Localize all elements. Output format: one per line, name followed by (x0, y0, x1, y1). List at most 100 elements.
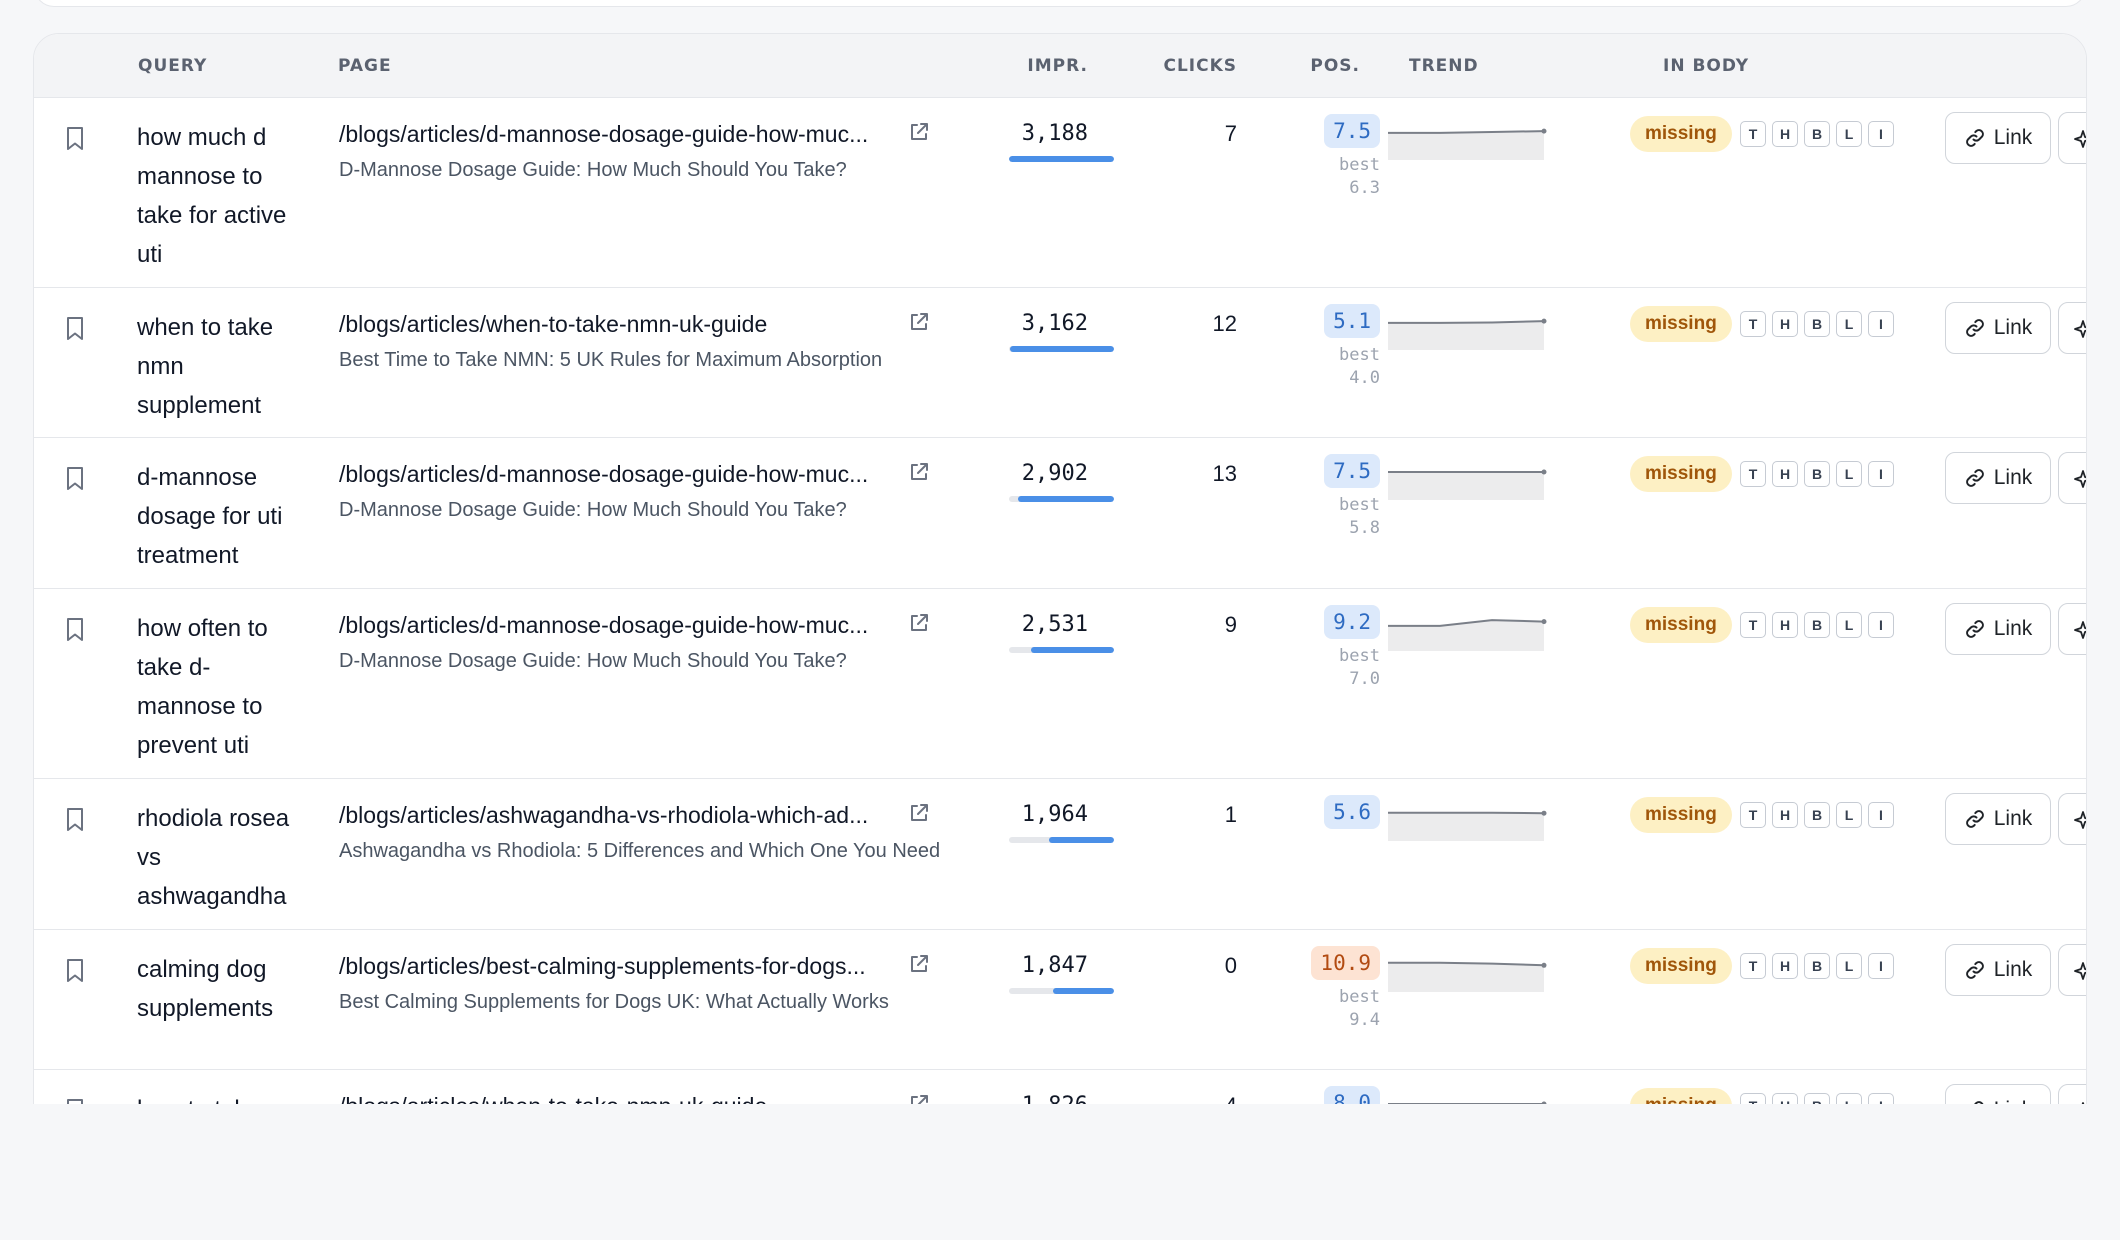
bookmark-icon[interactable] (64, 958, 86, 984)
position-badge: 5.1 (1324, 304, 1380, 338)
sparkle-button[interactable] (2058, 112, 2086, 164)
query-text: calming dog supplements (137, 956, 274, 1022)
bookmark-icon[interactable] (64, 126, 86, 152)
impressions-value: 3,162 (1021, 311, 1088, 336)
header-clicks[interactable]: CLICKS (1134, 34, 1237, 98)
flag-i[interactable]: I (1868, 612, 1894, 638)
sparkle-icon (2074, 320, 2086, 338)
table-row[interactable]: how often to take d-mannose to prevent u… (34, 589, 2086, 779)
flag-t[interactable]: T (1740, 311, 1766, 337)
page-url-link[interactable]: /blogs/articles/d-mannose-dosage-guide-h… (339, 609, 868, 641)
page-url-link[interactable]: /blogs/articles/best-calming-supplements… (339, 950, 866, 982)
position-badge: 5.6 (1324, 795, 1380, 829)
sparkle-button[interactable] (2058, 944, 2086, 996)
page-url-link[interactable]: /blogs/articles/when-to-take-nmn-uk-guid… (339, 1090, 767, 1104)
bookmark-icon[interactable] (64, 617, 86, 643)
flag-t[interactable]: T (1740, 612, 1766, 638)
external-link-icon[interactable] (908, 1093, 930, 1104)
page-url-link[interactable]: /blogs/articles/d-mannose-dosage-guide-h… (339, 458, 868, 490)
flag-i[interactable]: I (1868, 802, 1894, 828)
table-row[interactable]: how much d mannose to take for active ut… (34, 98, 2086, 288)
page-url-link[interactable]: /blogs/articles/when-to-take-nmn-uk-guid… (339, 308, 767, 340)
flag-l[interactable]: L (1836, 953, 1862, 979)
flag-b[interactable]: B (1804, 311, 1830, 337)
flag-t[interactable]: T (1740, 121, 1766, 147)
clicks-value: 12 (1212, 311, 1237, 336)
flag-i[interactable]: I (1868, 1093, 1894, 1104)
header-page[interactable]: PAGE (338, 34, 392, 98)
flag-t[interactable]: T (1740, 461, 1766, 487)
flag-b[interactable]: B (1804, 953, 1830, 979)
link-button[interactable]: Link (1945, 603, 2051, 655)
sparkle-button[interactable] (2058, 452, 2086, 504)
flag-b[interactable]: B (1804, 1093, 1830, 1104)
bookmark-icon[interactable] (64, 807, 86, 833)
trend-sparkline (1388, 128, 1547, 160)
bookmark-icon[interactable] (64, 1098, 86, 1104)
flag-i[interactable]: I (1868, 121, 1894, 147)
flag-i[interactable]: I (1868, 311, 1894, 337)
best-label: best (1339, 155, 1380, 175)
external-link-icon[interactable] (908, 121, 930, 143)
external-link-icon[interactable] (908, 612, 930, 634)
query-text: how to take nmn (137, 1090, 307, 1104)
flag-h[interactable]: H (1772, 311, 1798, 337)
page-url-link[interactable]: /blogs/articles/ashwagandha-vs-rhodiola-… (339, 799, 868, 831)
link-button[interactable]: Link (1945, 1084, 2051, 1104)
table-row[interactable]: when to take nmn supplement /blogs/artic… (34, 288, 2086, 438)
bookmark-icon[interactable] (64, 466, 86, 492)
link-button[interactable]: Link (1945, 112, 2051, 164)
sparkle-button[interactable] (2058, 302, 2086, 354)
link-button[interactable]: Link (1945, 793, 2051, 845)
flag-l[interactable]: L (1836, 311, 1862, 337)
position-badge: 9.2 (1324, 605, 1380, 639)
flag-t[interactable]: T (1740, 953, 1766, 979)
header-impressions[interactable]: IMPR. (974, 34, 1088, 98)
external-link-icon[interactable] (908, 802, 930, 824)
link-button[interactable]: Link (1945, 944, 2051, 996)
in-body-flags: THBLI (1740, 121, 1894, 147)
sparkle-button[interactable] (2058, 793, 2086, 845)
flag-h[interactable]: H (1772, 1093, 1798, 1104)
header-position[interactable]: POS. (1264, 34, 1360, 98)
flag-l[interactable]: L (1836, 461, 1862, 487)
sparkle-button[interactable] (2058, 603, 2086, 655)
flag-b[interactable]: B (1804, 802, 1830, 828)
impressions-bar (1009, 988, 1114, 994)
link-button[interactable]: Link (1945, 452, 2051, 504)
flag-i[interactable]: I (1868, 953, 1894, 979)
page-title: Ashwagandha vs Rhodiola: 5 Differences a… (339, 840, 941, 862)
flag-h[interactable]: H (1772, 802, 1798, 828)
flag-h[interactable]: H (1772, 953, 1798, 979)
best-label: best (1339, 345, 1380, 365)
flag-h[interactable]: H (1772, 461, 1798, 487)
page-url-link[interactable]: /blogs/articles/d-mannose-dosage-guide-h… (339, 118, 868, 150)
link-button-label: Link (1994, 1098, 2033, 1104)
flag-h[interactable]: H (1772, 612, 1798, 638)
flag-b[interactable]: B (1804, 612, 1830, 638)
bookmark-icon[interactable] (64, 316, 86, 342)
flag-h[interactable]: H (1772, 121, 1798, 147)
table-row[interactable]: calming dog supplements /blogs/articles/… (34, 930, 2086, 1070)
flag-l[interactable]: L (1836, 1093, 1862, 1104)
external-link-icon[interactable] (908, 461, 930, 483)
flag-b[interactable]: B (1804, 461, 1830, 487)
flag-b[interactable]: B (1804, 121, 1830, 147)
flag-i[interactable]: I (1868, 461, 1894, 487)
link-button-label: Link (1993, 466, 2033, 489)
flag-l[interactable]: L (1836, 121, 1862, 147)
flag-t[interactable]: T (1740, 1093, 1766, 1104)
header-query[interactable]: QUERY (138, 34, 207, 98)
flag-l[interactable]: L (1836, 802, 1862, 828)
sparkle-button[interactable] (2058, 1084, 2086, 1104)
flag-t[interactable]: T (1740, 802, 1766, 828)
impressions-bar-fill (1009, 156, 1114, 162)
external-link-icon[interactable] (908, 953, 930, 975)
link-button[interactable]: Link (1945, 302, 2051, 354)
page-title: Best Time to Take NMN: 5 UK Rules for Ma… (339, 349, 883, 371)
external-link-icon[interactable] (908, 311, 930, 333)
table-row[interactable]: rhodiola rosea vs ashwagandha /blogs/art… (34, 779, 2086, 930)
flag-l[interactable]: L (1836, 612, 1862, 638)
table-row[interactable]: how to take nmn /blogs/articles/when-to-… (34, 1070, 2086, 1104)
table-row[interactable]: d-mannose dosage for uti treatment /blog… (34, 438, 2086, 589)
